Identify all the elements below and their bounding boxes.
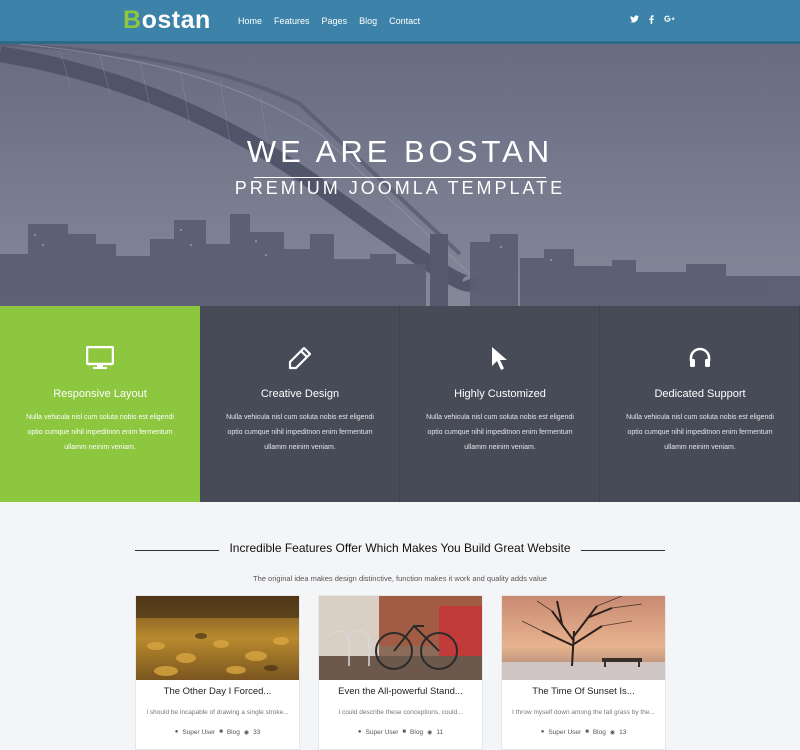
user-icon: ● xyxy=(540,729,545,735)
hero-title: WE ARE BOSTAN xyxy=(246,134,554,169)
post-category[interactable]: Blog xyxy=(593,729,606,736)
feature-title: Responsive Layout xyxy=(53,388,147,400)
feature-highly-customized[interactable]: Highly Customized Nulla vehicula nisl cu… xyxy=(400,306,600,502)
feature-dedicated-support[interactable]: Dedicated Support Nulla vehicula nisl cu… xyxy=(600,306,800,502)
post-category[interactable]: Blog xyxy=(410,729,423,736)
nav-features[interactable]: Features xyxy=(274,16,310,26)
monitor-icon xyxy=(0,346,200,372)
post-excerpt: I should be incapable of drawing a singl… xyxy=(146,709,289,716)
blog-card[interactable]: The Time Of Sunset Is... I throw myself … xyxy=(501,595,666,750)
twitter-icon[interactable] xyxy=(630,15,639,26)
post-title[interactable]: The Other Day I Forced... xyxy=(136,686,299,697)
hero-subtitle: PREMIUM JOOMLA TEMPLATE xyxy=(234,178,566,198)
feature-desc: Nulla vehicula nisl cum soluta nobis est… xyxy=(26,414,174,451)
top-navbar: Bostan Home Features Pages Blog Contact xyxy=(0,0,800,44)
section-heading: Incredible Features Offer Which Makes Yo… xyxy=(135,541,665,559)
post-excerpt: I throw myself down among the tall grass… xyxy=(512,709,655,716)
blog-card[interactable]: Even the All-powerful Stand... I could d… xyxy=(318,595,483,750)
section-title: Incredible Features Offer Which Makes Yo… xyxy=(227,541,573,555)
blog-cards: The Other Day I Forced... I should be in… xyxy=(135,595,666,750)
post-thumbnail-sunset-tree[interactable] xyxy=(502,596,665,680)
user-icon: ● xyxy=(174,729,179,735)
folder-icon: ■ xyxy=(402,729,407,735)
post-views: 11 xyxy=(436,729,444,736)
features-row: Responsive Layout Nulla vehicula nisl cu… xyxy=(0,306,800,502)
post-title[interactable]: The Time Of Sunset Is... xyxy=(502,686,665,697)
feature-creative-design[interactable]: Creative Design Nulla vehicula nisl cum … xyxy=(200,306,400,502)
headphones-icon xyxy=(600,346,800,372)
feature-title: Dedicated Support xyxy=(654,388,746,400)
post-meta: ● Super User ■ Blog ◉ 13 xyxy=(502,729,665,736)
section-subtitle: The original idea makes design distincti… xyxy=(253,574,547,583)
post-meta: ● Super User ■ Blog ◉ 33 xyxy=(136,729,299,736)
feature-responsive-layout[interactable]: Responsive Layout Nulla vehicula nisl cu… xyxy=(0,306,200,502)
city-bridge-illustration xyxy=(0,44,800,306)
nav-home[interactable]: Home xyxy=(238,16,262,26)
post-title[interactable]: Even the All-powerful Stand... xyxy=(319,686,482,697)
user-icon: ● xyxy=(357,729,362,735)
nav-pages[interactable]: Pages xyxy=(322,16,348,26)
blog-card[interactable]: The Other Day I Forced... I should be in… xyxy=(135,595,300,750)
post-excerpt: I could describe these conceptions, coul… xyxy=(338,709,463,716)
feature-title: Highly Customized xyxy=(454,388,546,400)
post-author[interactable]: Super User xyxy=(548,729,581,736)
nav-contact[interactable]: Contact xyxy=(389,16,420,26)
eye-icon: ◉ xyxy=(609,730,616,736)
social-links xyxy=(630,15,675,26)
hero-banner: WE ARE BOSTAN PREMIUM JOOMLA TEMPLATE xyxy=(0,44,800,306)
nav-blog[interactable]: Blog xyxy=(359,16,377,26)
post-views: 33 xyxy=(253,729,261,736)
post-thumbnail-autumn-leaves[interactable] xyxy=(136,596,299,680)
feature-desc: Nulla vehicula nisl cum soluta nobis est… xyxy=(226,414,374,451)
eye-icon: ◉ xyxy=(427,730,433,736)
facebook-icon[interactable] xyxy=(649,15,654,26)
site-logo[interactable]: Bostan xyxy=(123,6,211,35)
post-views: 13 xyxy=(619,729,627,736)
folder-icon: ■ xyxy=(585,729,589,735)
post-thumbnail-bicycle[interactable] xyxy=(319,596,482,680)
google-plus-icon[interactable] xyxy=(664,15,675,26)
post-author[interactable]: Super User xyxy=(366,729,399,736)
post-author[interactable]: Super User xyxy=(182,729,215,736)
post-meta: ● Super User ■ Blog ◉ 11 xyxy=(319,729,482,736)
feature-desc: Nulla vehicula nisl cum soluta nobis est… xyxy=(426,414,574,451)
main-nav: Home Features Pages Blog Contact xyxy=(238,16,420,26)
pencil-icon xyxy=(200,346,400,372)
feature-title: Creative Design xyxy=(260,388,340,400)
cursor-icon xyxy=(400,346,600,372)
feature-desc: Nulla vehicula nisl cum soluta nobis est… xyxy=(626,414,774,451)
post-category[interactable]: Blog xyxy=(227,729,240,736)
eye-icon: ◉ xyxy=(243,730,250,736)
folder-icon: ■ xyxy=(219,729,223,735)
